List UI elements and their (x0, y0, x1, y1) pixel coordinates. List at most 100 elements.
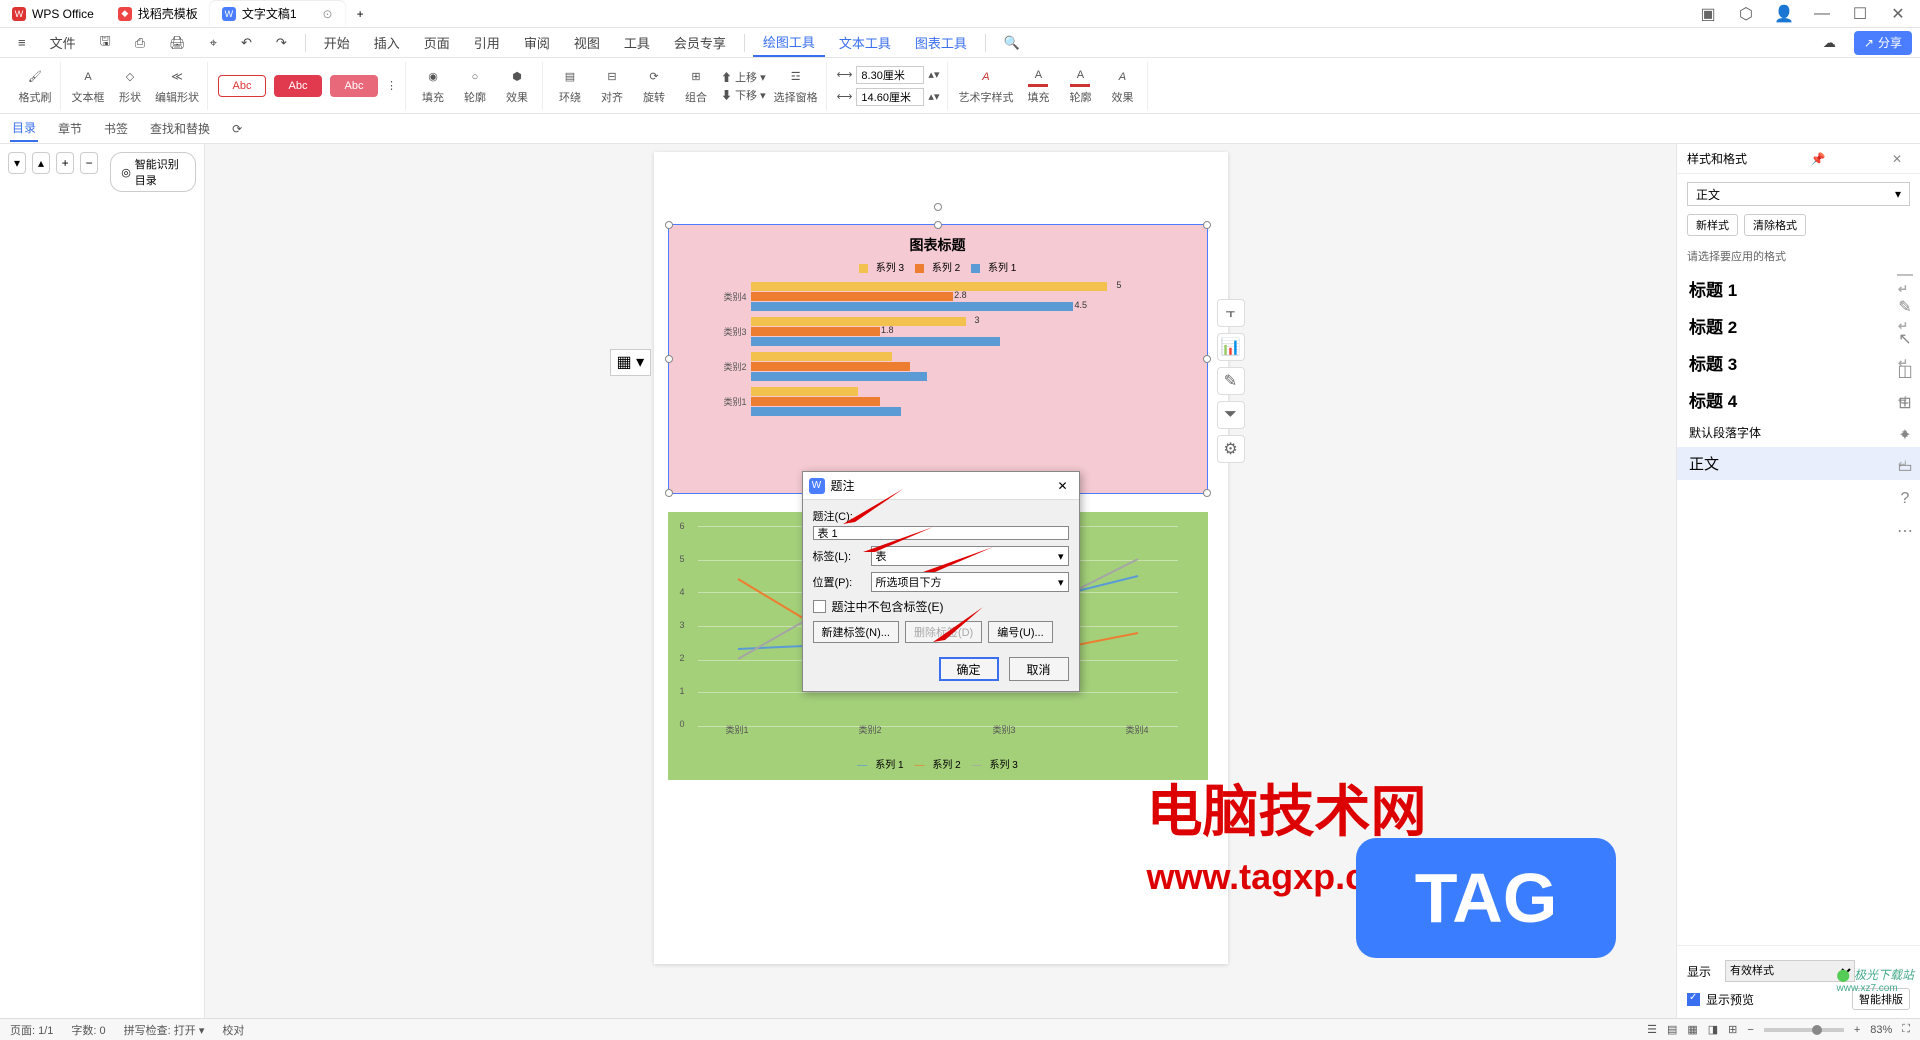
style-heading3[interactable]: 标题 3↵ (1677, 344, 1920, 381)
print-icon-2[interactable]: 🖨 (159, 31, 196, 55)
app-icon-2[interactable]: ⬡ (1732, 0, 1760, 28)
close-window-button[interactable]: ✕ (1884, 0, 1912, 28)
text-effect-button[interactable]: A效果 (1105, 67, 1139, 105)
view-mode-3-icon[interactable]: ▦ (1687, 1023, 1697, 1036)
new-tag-button[interactable]: 新建标签(N)... (813, 621, 899, 643)
menu-tools[interactable]: 工具 (614, 29, 660, 56)
page-indicator[interactable]: 页面: 1/1 (10, 1022, 53, 1038)
text-fill-button[interactable]: A填充 (1021, 67, 1055, 105)
lp-add[interactable]: + (56, 152, 74, 174)
format-painter-button[interactable]: 🖌格式刷 (18, 67, 52, 105)
book-icon[interactable]: ▭ (1894, 456, 1916, 478)
search-icon[interactable]: 🔍 (994, 31, 1030, 55)
effect-button[interactable]: ⬢效果 (500, 67, 534, 105)
chart-layout-icon[interactable]: ⫟ (1217, 299, 1245, 327)
bar-chart[interactable]: 图表标题 系列 3 系列 2 系列 1 类别4 5 2.8 4.5 类别3 3 … (668, 224, 1208, 494)
moveup-button[interactable]: ⬆ 上移 ▾ (721, 69, 766, 85)
clear-format-button[interactable]: 清除格式 (1744, 214, 1806, 236)
shape-button[interactable]: ◇形状 (113, 67, 147, 105)
minimize-button[interactable]: — (1808, 0, 1836, 28)
smart-toc-button[interactable]: ◎ 智能识别目录 (110, 152, 196, 192)
tag-select[interactable]: 表▾ (871, 546, 1069, 566)
fullscreen-icon[interactable]: ⛶ (1902, 1023, 1910, 1036)
collapse-icon[interactable]: — (1894, 264, 1916, 286)
zoom-level[interactable]: 83% (1870, 1024, 1892, 1036)
menu-view[interactable]: 视图 (564, 29, 610, 56)
dialog-titlebar[interactable]: W 题注 ✕ (803, 472, 1079, 500)
wrap-button[interactable]: ▤环绕 (553, 67, 587, 105)
nav-chapter[interactable]: 章节 (56, 116, 84, 141)
exclude-checkbox[interactable] (813, 600, 826, 613)
spellcheck-status[interactable]: 拼写检查: 打开 ▾ (124, 1022, 205, 1038)
edit-tool-icon[interactable]: ✎ (1894, 296, 1916, 318)
shape-preset-2[interactable]: Abc (274, 75, 322, 97)
chart-type-icon[interactable]: 📊 (1217, 333, 1245, 361)
width-input[interactable] (856, 88, 924, 106)
caption-input[interactable] (813, 526, 1069, 540)
position-select[interactable]: 所选项目下方▾ (871, 572, 1069, 592)
numbering-button[interactable]: 编号(U)... (988, 621, 1052, 643)
tab-document[interactable]: W 文字文稿1 ⊙ (210, 1, 345, 27)
preview-icon[interactable]: ⌖ (200, 31, 227, 55)
page-fit-icon[interactable]: ▦ ▾ (610, 352, 652, 372)
undo-icon[interactable]: ↶ (231, 31, 262, 55)
nav-toc[interactable]: 目录 (10, 115, 38, 142)
shape-preset-3[interactable]: Abc (330, 75, 378, 97)
parts-icon[interactable]: ⊞ (1894, 392, 1916, 414)
menu-insert[interactable]: 插入 (364, 29, 410, 56)
view-mode-1-icon[interactable]: ☰ (1647, 1023, 1657, 1036)
chart-color-icon[interactable]: ✎ (1217, 367, 1245, 395)
view-mode-5-icon[interactable]: ⊞ (1728, 1023, 1737, 1036)
preset-more-icon[interactable]: ⋮ (386, 79, 397, 92)
text-outline-button[interactable]: A轮廓 (1063, 67, 1097, 105)
lp-up[interactable]: ▴ (32, 152, 50, 174)
style-heading4[interactable]: 标题 4↵ (1677, 381, 1920, 418)
zoom-out-icon[interactable]: − (1747, 1024, 1753, 1036)
spinner-icon[interactable]: ▴▾ (928, 68, 939, 81)
chart-filter-icon[interactable]: ⏷ (1217, 401, 1245, 429)
show-select[interactable]: 有效样式 (1725, 960, 1855, 982)
app-icon-1[interactable]: ▣ (1694, 0, 1722, 28)
zoom-slider[interactable] (1764, 1028, 1844, 1032)
word-count[interactable]: 字数: 0 (71, 1022, 105, 1038)
share-button[interactable]: ↗ 分享 (1854, 31, 1912, 55)
avatar-icon[interactable]: 👤 (1770, 0, 1798, 28)
movedown-button[interactable]: ⬇ 下移 ▾ (721, 87, 766, 103)
menu-member[interactable]: 会员专享 (664, 29, 736, 56)
document-canvas[interactable]: 图表标题 系列 3 系列 2 系列 1 类别4 5 2.8 4.5 类别3 3 … (205, 144, 1676, 1018)
current-style-select[interactable]: 正文▾ (1687, 182, 1910, 206)
menu-home[interactable]: 开始 (314, 29, 360, 56)
select-tool-icon[interactable]: ↖ (1894, 328, 1916, 350)
dialog-close-button[interactable]: ✕ (1053, 476, 1073, 496)
chart-settings-icon[interactable]: ⚙ (1217, 435, 1245, 463)
fill-button[interactable]: ◉填充 (416, 67, 450, 105)
lp-remove[interactable]: − (80, 152, 98, 174)
tab-chart-tools[interactable]: 图表工具 (905, 29, 977, 56)
style-default-font[interactable]: 默认段落字体a (1677, 418, 1920, 447)
hamburger-icon[interactable]: ≡ (8, 31, 36, 54)
style-heading2[interactable]: 标题 2↵ (1677, 307, 1920, 344)
nav-bookmark[interactable]: 书签 (102, 116, 130, 141)
menu-page[interactable]: 页面 (414, 29, 460, 56)
style-normal[interactable]: 正文↵ (1677, 447, 1920, 480)
preview-checkbox[interactable] (1687, 993, 1700, 1006)
nav-findreplace[interactable]: 查找和替换 (148, 116, 212, 141)
save-icon[interactable]: 🖫 (90, 28, 121, 58)
more-icon[interactable]: ⋯ (1894, 520, 1916, 542)
wordart-button[interactable]: A艺术字样式 (958, 67, 1013, 105)
height-input[interactable] (856, 66, 924, 84)
help-icon[interactable]: ? (1894, 488, 1916, 510)
pin-icon[interactable]: 📌 (1811, 152, 1829, 166)
layers-icon[interactable]: ◫ (1894, 360, 1916, 382)
menu-review[interactable]: 审阅 (514, 29, 560, 56)
menu-reference[interactable]: 引用 (464, 29, 510, 56)
rotate-button[interactable]: ⟳旋转 (637, 67, 671, 105)
style-heading1[interactable]: 标题 1↵ (1677, 270, 1920, 307)
maximize-button[interactable]: ☐ (1846, 0, 1874, 28)
close-pane-icon[interactable]: ✕ (1892, 152, 1910, 166)
editshape-button[interactable]: ≪编辑形状 (155, 67, 199, 105)
print-icon-1[interactable]: ⎙ (125, 31, 155, 55)
close-tab-icon[interactable]: ⊙ (323, 7, 333, 21)
tab-wps-home[interactable]: W WPS Office (0, 1, 106, 27)
add-tab-button[interactable]: + (345, 1, 376, 27)
